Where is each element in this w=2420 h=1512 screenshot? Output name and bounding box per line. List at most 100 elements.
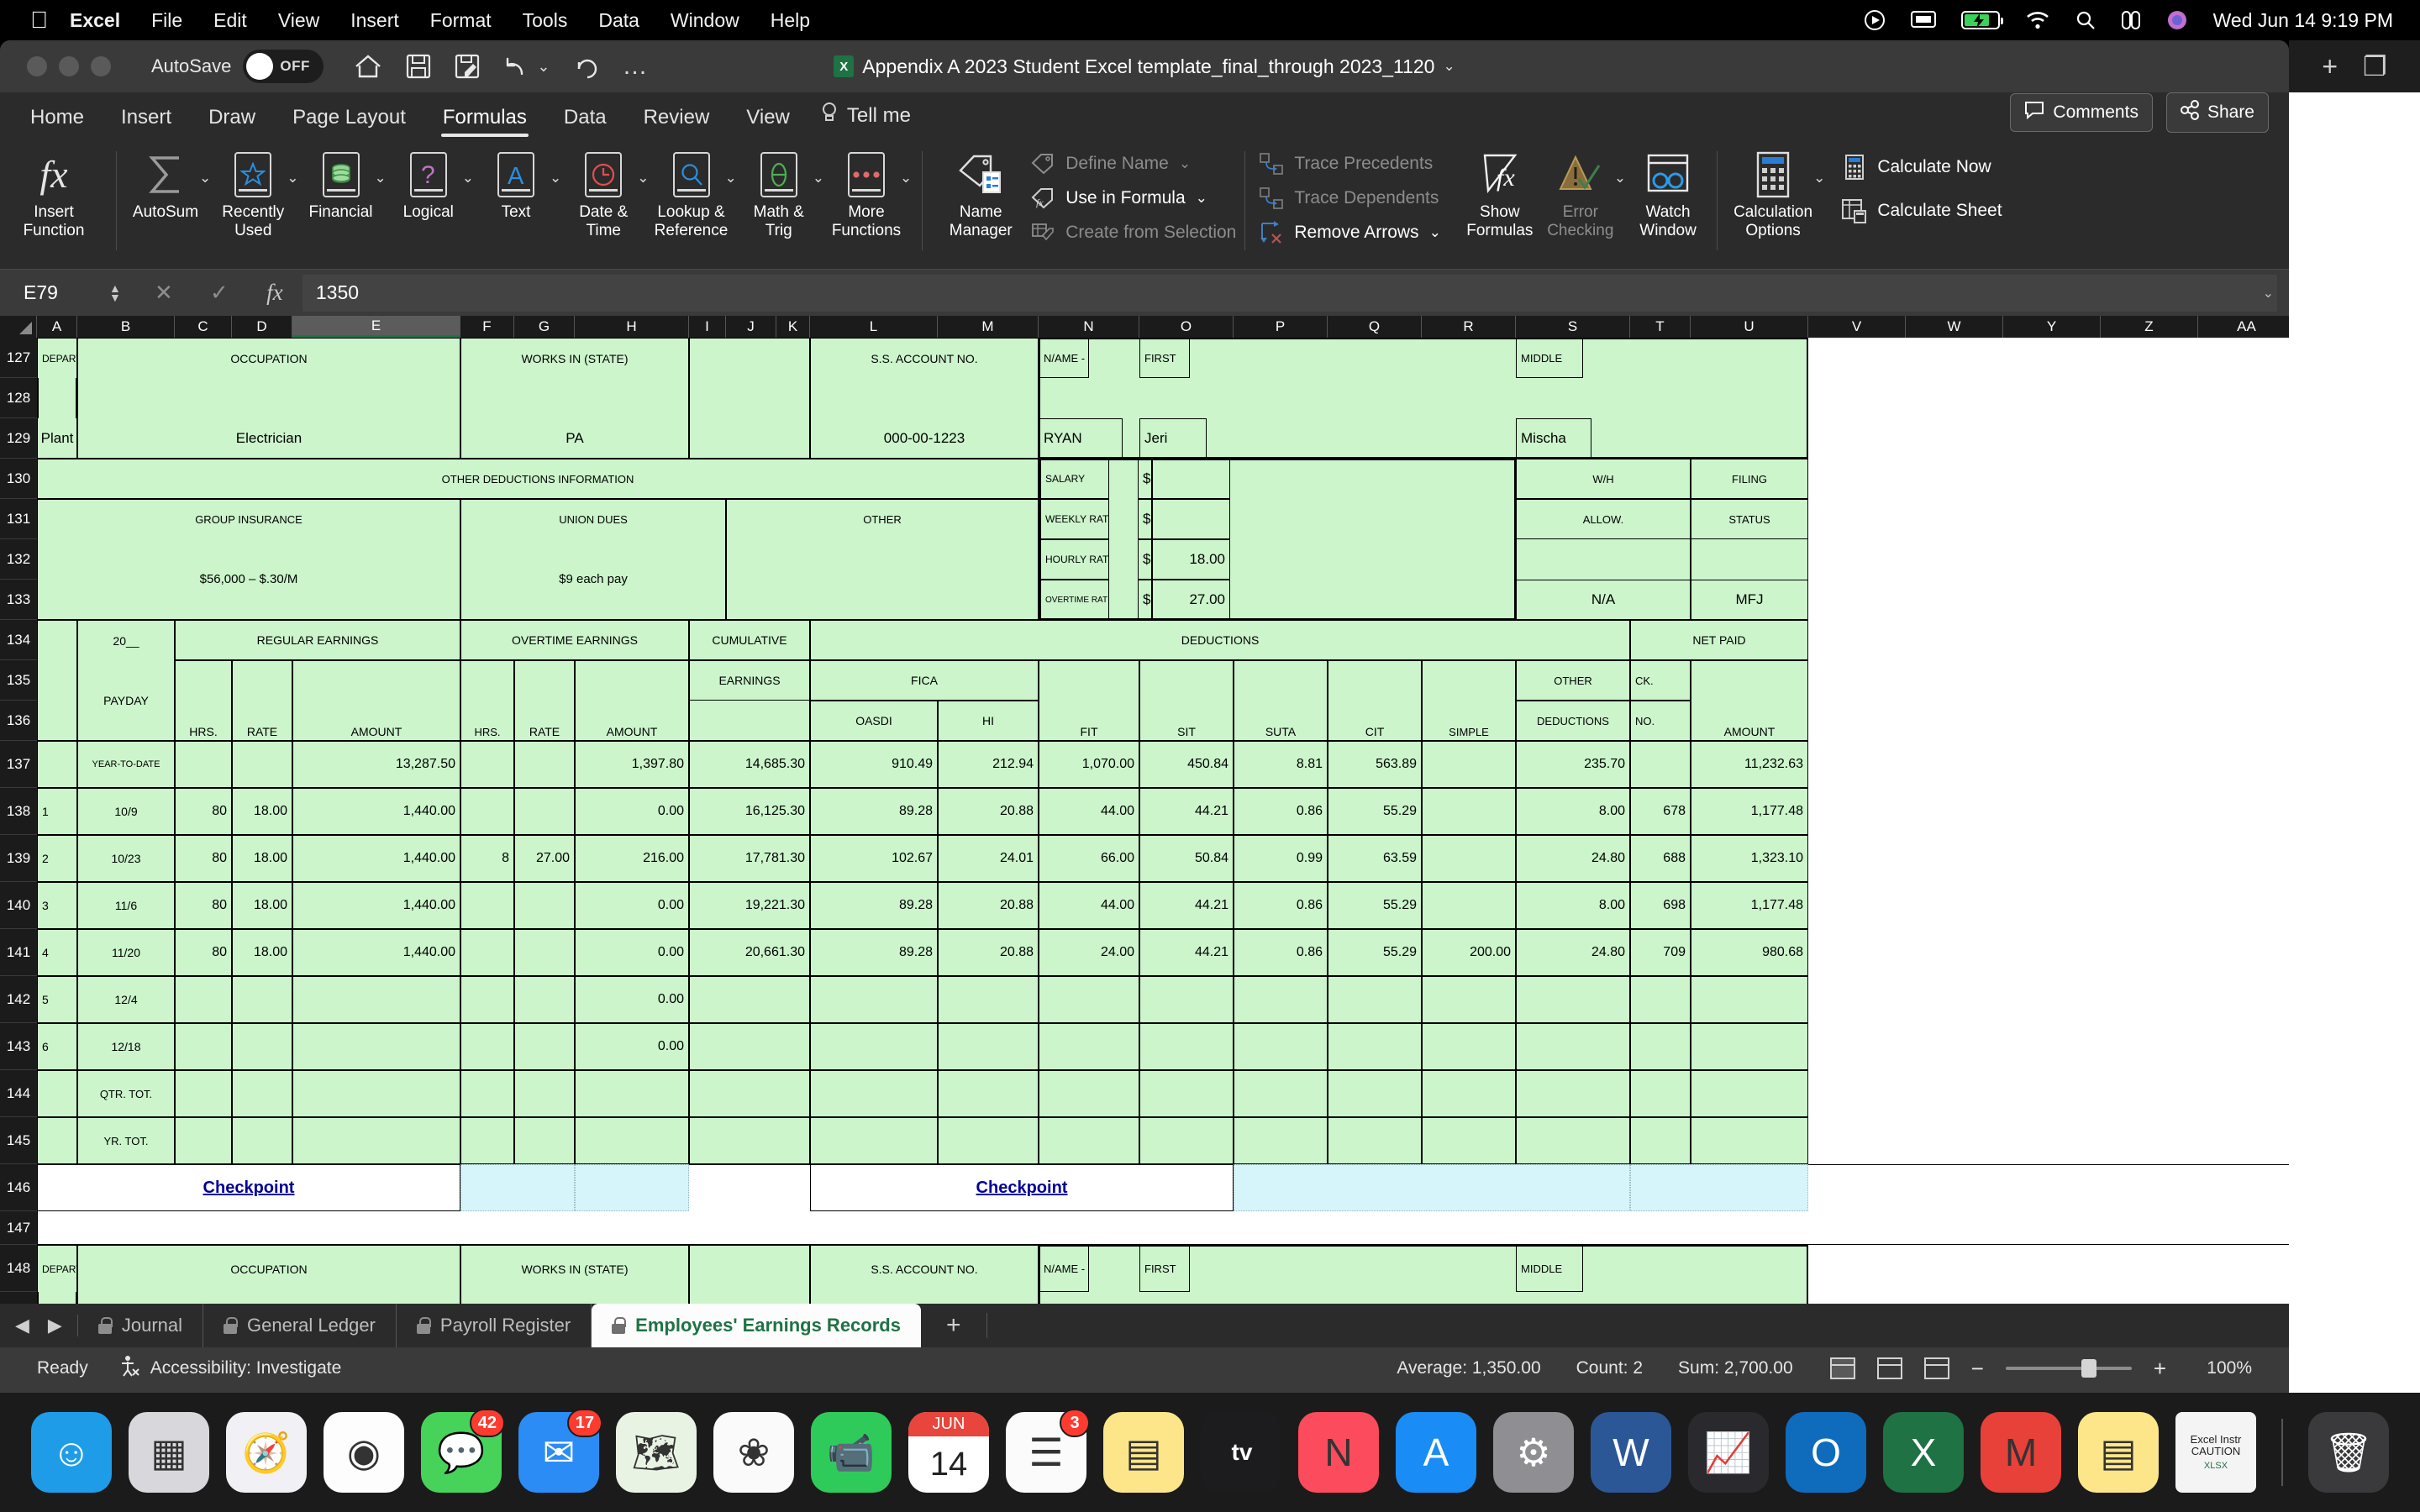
minimize-window-button[interactable] (59, 56, 79, 76)
cell-other[interactable] (1516, 1023, 1630, 1070)
cell-payday[interactable]: 11/6 (77, 882, 175, 929)
hourly-rate-value[interactable]: 18.00 (1151, 539, 1230, 580)
cell-net[interactable] (1691, 1070, 1808, 1117)
cell-r_amt[interactable] (292, 1070, 460, 1117)
auditing-remove-arrows[interactable]: Remove Arrows ⌄ (1259, 220, 1441, 245)
cell-r_rate[interactable] (232, 1023, 292, 1070)
dropdown-caret-icon[interactable]: ⌄ (1429, 224, 1441, 241)
dock-stickies-icon[interactable]: ▤ (2078, 1412, 2159, 1493)
row-header-136[interactable]: 136 (0, 701, 37, 741)
column-header-N[interactable]: N (1039, 316, 1139, 338)
menu-item-data[interactable]: Data (598, 9, 639, 32)
union-dues-label[interactable]: UNION DUES (460, 499, 726, 539)
wh-allowance-label-2[interactable]: ALLOW. (1516, 499, 1691, 539)
calculation-options-button[interactable]: Calculation Options (1726, 146, 1820, 241)
cell-other[interactable]: 235.70 (1516, 741, 1630, 788)
dropdown-caret-icon[interactable]: ⌄ (1196, 190, 1207, 207)
cell-r_rate[interactable] (232, 741, 292, 788)
department-label[interactable]: DEPARTMENT (37, 1245, 77, 1292)
cell-simple[interactable] (1422, 976, 1516, 1023)
cell-o_hrs[interactable] (460, 976, 514, 1023)
cell-cit[interactable]: 55.29 (1328, 882, 1422, 929)
dock-settings-icon[interactable]: ⚙ (1493, 1412, 1574, 1493)
menu-item-insert[interactable]: Insert (350, 9, 399, 32)
formula-input[interactable]: 1350 (302, 274, 2277, 312)
cell-cit[interactable] (1328, 1023, 1422, 1070)
cell-simple[interactable] (1422, 1070, 1516, 1117)
department-label[interactable]: DEPARTMENT (37, 338, 77, 378)
function-caret-icon[interactable]: ⌄ (900, 170, 912, 186)
cell-ck[interactable]: 709 (1630, 929, 1691, 976)
window-controls[interactable] (27, 56, 111, 76)
cell-simple[interactable] (1422, 882, 1516, 929)
function-caret-icon[interactable]: ⌄ (199, 170, 211, 186)
zoom-in-button[interactable]: + (2154, 1356, 2166, 1382)
cell-fit[interactable]: 24.00 (1039, 929, 1139, 976)
checkpoint-label-left[interactable]: Checkpoint (37, 1164, 460, 1211)
cell-net[interactable]: 1,177.48 (1691, 882, 1808, 929)
union-dues-value[interactable]: $9 each pay (460, 539, 726, 620)
cell-simple[interactable] (1422, 835, 1516, 882)
insert-function-icon[interactable]: fx (247, 280, 302, 306)
column-header-Z[interactable]: Z (2101, 316, 2198, 338)
row-header-149[interactable]: 149 (0, 1292, 37, 1304)
other-deductions-title[interactable]: OTHER DEDUCTIONS INFORMATION (37, 459, 1039, 499)
dock-messages-icon[interactable]: 💬 42 (421, 1409, 505, 1493)
cell-net[interactable] (1691, 1117, 1808, 1164)
cell-r_hrs[interactable]: 80 (175, 788, 232, 835)
first-name-label[interactable]: FIRST (1139, 338, 1190, 378)
comments-button[interactable]: Comments (2010, 93, 2153, 132)
deductions-header[interactable]: DEDUCTIONS (810, 620, 1630, 660)
select-all-corner[interactable] (0, 316, 37, 338)
other-deductions-header-2[interactable]: DEDUCTIONS (1516, 701, 1630, 741)
more-icon[interactable]: … (623, 54, 648, 79)
cell-o_amt[interactable]: 0.00 (575, 976, 689, 1023)
cell-cum[interactable]: 20,661.30 (689, 929, 810, 976)
column-header-L[interactable]: L (810, 316, 938, 338)
name-last-label[interactable]: N/AME - LAST (1039, 1245, 1089, 1292)
hi-header[interactable]: HI (938, 701, 1039, 741)
function-lookup-button[interactable]: Lookup & Reference (651, 146, 732, 241)
cell-other[interactable]: 24.80 (1516, 835, 1630, 882)
cell-r_rate[interactable]: 18.00 (232, 835, 292, 882)
cell-r_amt[interactable] (292, 1117, 460, 1164)
occupation-spacer[interactable] (77, 378, 460, 418)
column-header-I[interactable]: I (689, 316, 726, 338)
wh-allowance-value[interactable]: N/A (1516, 580, 1691, 620)
column-header-C[interactable]: C (175, 316, 232, 338)
cell-sit[interactable]: 44.21 (1139, 929, 1234, 976)
cell-cum[interactable]: 17,781.30 (689, 835, 810, 882)
zoom-out-button[interactable]: − (1971, 1356, 1984, 1382)
checkpoint-input-right-2[interactable] (1630, 1164, 1808, 1211)
share-button[interactable]: Share (2165, 92, 2269, 133)
column-header-W[interactable]: W (1906, 316, 2003, 338)
save-icon[interactable] (406, 54, 431, 79)
menu-item-excel[interactable]: Excel (70, 9, 120, 32)
cells-pane[interactable]: DEPARTMENTPlantOCCUPATIONElectricianWORK… (37, 338, 2289, 1304)
weekly-rate-label[interactable]: WEEKLY RATE (1040, 499, 1109, 539)
row-header-140[interactable]: 140 (0, 882, 37, 929)
name-box[interactable]: E79 (8, 281, 109, 304)
menu-item-edit[interactable]: Edit (213, 9, 247, 32)
ss-account-spacer[interactable] (810, 1292, 1039, 1304)
cell-n[interactable] (37, 1070, 77, 1117)
redo-icon[interactable] (574, 54, 599, 79)
auditing-trace-precedents[interactable]: Trace Precedents (1259, 151, 1440, 176)
cell-suta[interactable] (1234, 976, 1328, 1023)
function-caret-icon[interactable]: ⌄ (462, 170, 474, 186)
cell-hi[interactable] (938, 1023, 1039, 1070)
cell-r_rate[interactable] (232, 1117, 292, 1164)
dock-excel-file-icon[interactable]: Excel Instr CAUTION XLSX (2175, 1412, 2256, 1493)
tell-me-button[interactable]: Tell me (808, 97, 923, 139)
row-header-130[interactable]: 130 (0, 459, 37, 499)
sheet-tab-employees-earnings-records[interactable]: Employees' Earnings Records (592, 1304, 921, 1347)
middle-name-label[interactable]: MIDDLE (1516, 1245, 1583, 1292)
cell-sit[interactable]: 50.84 (1139, 835, 1234, 882)
cell-sit[interactable]: 44.21 (1139, 882, 1234, 929)
save-as-icon[interactable] (455, 54, 480, 79)
cell-o_amt[interactable]: 0.00 (575, 788, 689, 835)
check-no-header-2[interactable]: NO. (1630, 701, 1691, 741)
cell-cum[interactable] (689, 1070, 810, 1117)
cell-r_hrs[interactable] (175, 741, 232, 788)
function-caret-icon[interactable]: ⌄ (375, 170, 387, 186)
